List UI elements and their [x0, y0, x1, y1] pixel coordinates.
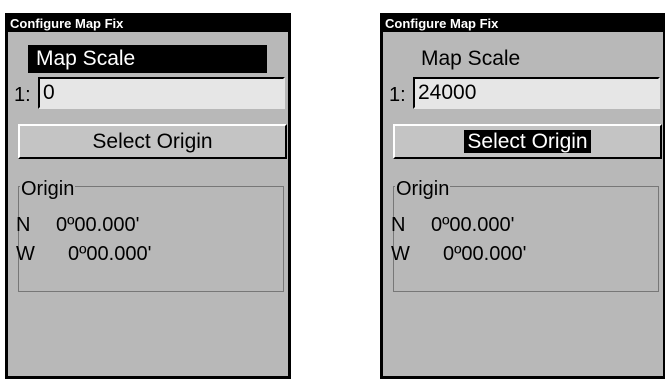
select-origin-button[interactable]: Select Origin [18, 124, 287, 159]
origin-label: Origin [20, 176, 76, 202]
longitude-value: 0º00.000' [443, 243, 527, 265]
origin-label: Origin [395, 176, 451, 202]
latitude-row: N 0º00.000' [391, 212, 514, 238]
latitude-hemisphere: N [391, 214, 406, 236]
select-origin-button[interactable]: Select Origin [393, 124, 662, 159]
latitude-hemisphere: N [16, 214, 31, 236]
map-scale-input[interactable]: 0 [38, 77, 285, 109]
longitude-hemisphere: W [391, 243, 410, 265]
window-title: Configure Map Fix [8, 16, 288, 32]
window-title: Configure Map Fix [383, 16, 663, 32]
longitude-row: W 0º00.000' [16, 241, 151, 267]
scale-prefix: 1: [389, 84, 406, 106]
map-scale-input[interactable]: 24000 [413, 77, 660, 109]
scale-prefix: 1: [14, 84, 31, 106]
select-origin-label: Select Origin [92, 130, 213, 153]
select-origin-label: Select Origin [464, 130, 591, 153]
latitude-value: 0º00.000' [56, 214, 140, 236]
configure-map-fix-screen-left: Configure Map Fix Map Scale 1: 0 Select … [5, 13, 291, 379]
longitude-row: W 0º00.000' [391, 241, 526, 267]
map-scale-label: Map Scale [28, 45, 267, 73]
latitude-value: 0º00.000' [431, 214, 515, 236]
longitude-hemisphere: W [16, 243, 35, 265]
longitude-value: 0º00.000' [68, 243, 152, 265]
latitude-row: N 0º00.000' [16, 212, 139, 238]
configure-map-fix-screen-right: Configure Map Fix Map Scale 1: 24000 Sel… [380, 13, 665, 379]
map-scale-label: Map Scale [421, 47, 521, 70]
